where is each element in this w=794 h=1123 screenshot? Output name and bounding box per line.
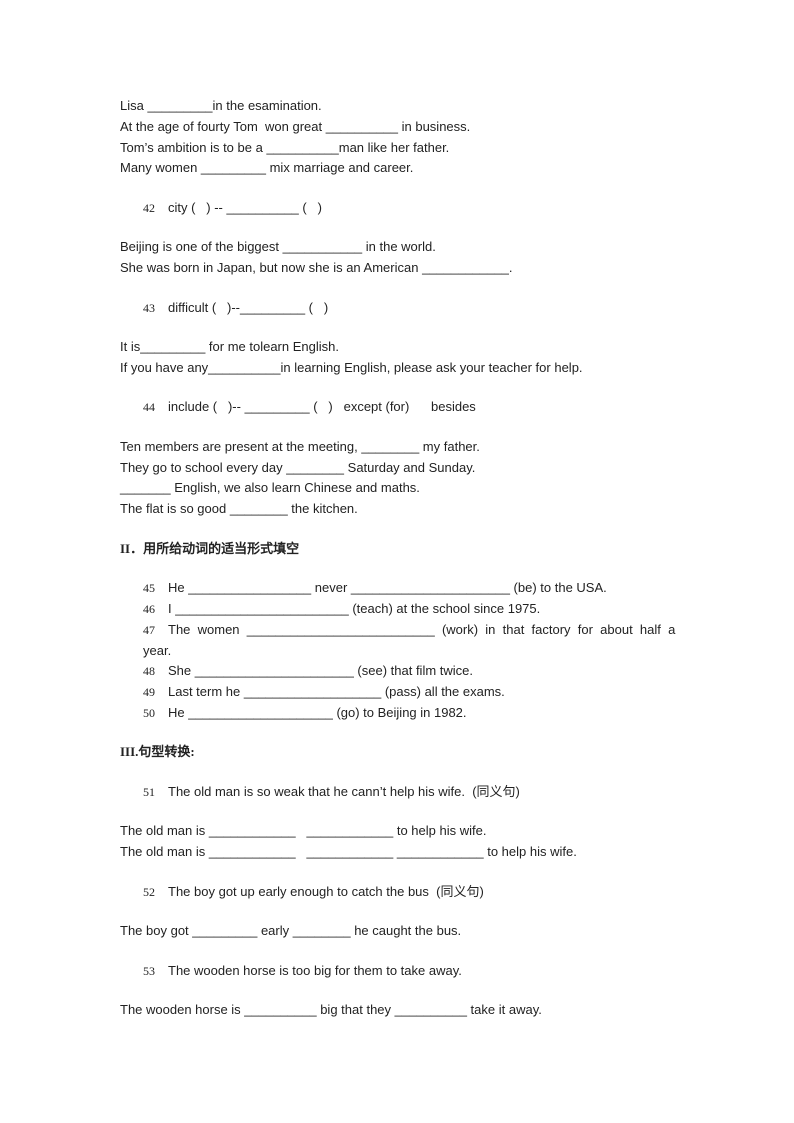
question-text: I ________________________ (teach) at th… <box>168 601 541 616</box>
sentence: The flat is so good ________ the kitchen… <box>120 501 358 516</box>
sentence: She was born in Japan, but now she is an… <box>120 260 513 275</box>
question-number: 46 <box>143 602 155 616</box>
question-text: The boy got up early enough to catch the… <box>168 884 484 899</box>
sentence: The old man is ____________ ____________… <box>120 844 577 859</box>
question-text: The women __________________________ (wo… <box>168 622 676 637</box>
sentence: Many women _________ mix marriage and ca… <box>120 160 414 175</box>
question-number: 51 <box>143 785 155 799</box>
question-number: 43 <box>143 301 155 315</box>
question-text: Last term he ___________________ (pass) … <box>168 684 505 699</box>
section-heading: II．用所给动词的适当形式填空 <box>120 541 300 556</box>
question-text: He _________________ never _____________… <box>168 580 607 595</box>
sentence: It is_________ for me tolearn English. <box>120 339 339 354</box>
question-text: She ______________________ (see) that fi… <box>168 663 473 678</box>
sentence: Beijing is one of the biggest __________… <box>120 239 436 254</box>
question-number: 53 <box>143 964 155 978</box>
question-number: 47 <box>143 623 155 637</box>
sentence: Ten members are present at the meeting, … <box>120 439 480 454</box>
sentence: They go to school every day ________ Sat… <box>120 460 476 475</box>
sentence: _______ English, we also learn Chinese a… <box>120 480 420 495</box>
sentence: The old man is ____________ ____________… <box>120 823 487 838</box>
question-number: 52 <box>143 885 155 899</box>
question-number: 48 <box>143 664 155 678</box>
question-text: include ( )-- _________ ( ) except (for)… <box>168 399 476 414</box>
question-text: difficult ( )--_________ ( ) <box>168 300 329 315</box>
question-text: The old man is so weak that he cann’t he… <box>168 784 520 799</box>
question-number: 50 <box>143 706 155 720</box>
question-text: The wooden horse is too big for them to … <box>168 963 462 978</box>
question-number: 44 <box>143 400 155 414</box>
question-number: 42 <box>143 201 155 215</box>
section-heading: III.句型转换: <box>120 744 195 759</box>
document-page: Lisa _________in the esamination. At the… <box>0 0 794 1123</box>
question-number: 49 <box>143 685 155 699</box>
sentence: At the age of fourty Tom won great _____… <box>120 119 471 134</box>
question-number: 45 <box>143 581 155 595</box>
sentence: The boy got _________ early ________ he … <box>120 923 462 938</box>
question-text: He ____________________ (go) to Beijing … <box>168 705 467 720</box>
sentence: If you have any__________in learning Eng… <box>120 360 583 375</box>
question-text-continued: year. <box>143 643 172 658</box>
sentence: Tom’s ambition is to be a __________man … <box>120 140 450 155</box>
question-text: city ( ) -- __________ ( ) <box>168 200 322 215</box>
sentence: The wooden horse is __________ big that … <box>120 1002 542 1017</box>
sentence: Lisa _________in the esamination. <box>120 98 322 113</box>
